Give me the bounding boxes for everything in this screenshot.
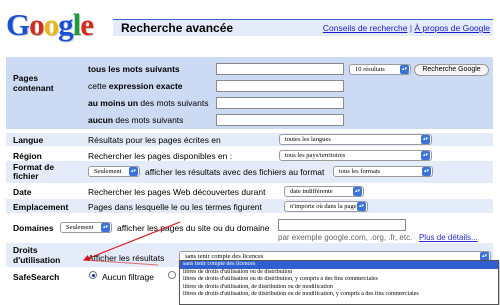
annotation-arrow-red [83, 259, 159, 266]
annotation-arrow-red [82, 221, 181, 262]
annotation-arrows [82, 221, 181, 266]
